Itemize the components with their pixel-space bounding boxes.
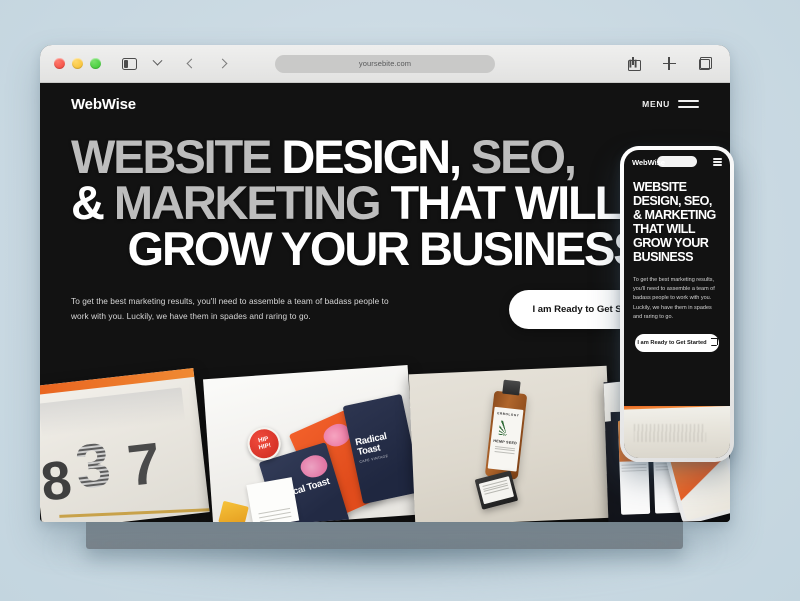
forward-button[interactable] — [211, 53, 233, 75]
headline-line-1: WEBSITE DESIGN, SEO, — [71, 133, 699, 180]
phone-site-header: WebWise — [624, 150, 730, 174]
headline-word: DESIGN, — [281, 130, 471, 183]
headline-word: GROW YOUR BUSINESS — [127, 222, 645, 276]
plus-icon — [662, 57, 676, 70]
chevron-down-icon — [152, 55, 162, 66]
bottle-label-text-lines — [494, 445, 515, 456]
toolbar-actions — [622, 53, 716, 75]
back-button[interactable] — [180, 53, 202, 75]
package-accent-shape — [218, 500, 249, 522]
package-brand-label: Radical Toast — [354, 430, 388, 459]
sidebar-controls — [118, 53, 168, 75]
forward-arrow-icon — [217, 58, 227, 69]
menu-button[interactable]: MENU — [642, 99, 699, 109]
phone-hero-paragraph: To get the best marketing results, you'l… — [633, 276, 715, 321]
address-bar-url: yoursebite.com — [358, 59, 412, 68]
bottle-product-name: HEMP SEED — [493, 438, 518, 446]
hero-paragraph: To get the best marketing results, you'l… — [71, 296, 389, 322]
tile-number-glyph: 3 — [71, 430, 115, 503]
address-bar[interactable]: yoursebite.com — [275, 54, 495, 73]
product-jar — [474, 470, 519, 510]
mockup-base-stand — [86, 519, 683, 549]
phone-site-logo[interactable]: WebWise — [632, 158, 665, 167]
headline-word: & — [71, 176, 114, 230]
minimize-window-button[interactable] — [72, 58, 83, 69]
hamburger-icon[interactable] — [713, 158, 722, 166]
phone-cta-button[interactable]: I am Ready to Get Started — [635, 333, 719, 352]
back-arrow-icon — [186, 58, 196, 69]
hero-bottom-row: To get the best marketing results, you'l… — [71, 290, 699, 330]
browser-toolbar: yoursebite.com — [40, 45, 730, 83]
tile-gold-rule — [59, 508, 210, 518]
bottle-label: ERBOLOGY HEMP SEED — [487, 406, 524, 472]
site-logo[interactable]: WebWise — [71, 96, 136, 113]
new-tab-button[interactable] — [658, 53, 680, 75]
phone-hero-headline: WEBSITE DESIGN, SEO, & MARKETING THAT WI… — [633, 180, 716, 265]
package-business-card — [246, 477, 300, 522]
sidebar-icon — [121, 57, 137, 70]
gallery-tile-typography-print[interactable]: 8 3 7 — [40, 367, 210, 522]
maximize-window-button[interactable] — [90, 58, 101, 69]
share-icon — [627, 56, 641, 71]
phone-screen: WebWise WEBSITE DESIGN, SEO, & MARKETING… — [624, 150, 730, 458]
hero-headline: WEBSITE DESIGN, SEO, & MARKETING THAT WI… — [71, 133, 699, 272]
phone-hero-photo — [624, 406, 730, 458]
phone-cta-label: I am Ready to Get Started — [637, 339, 707, 346]
bottle-brand-name: ERBOLOGY — [497, 411, 520, 418]
external-link-icon — [710, 338, 718, 346]
window-traffic-lights — [54, 58, 101, 69]
headline-word: THAT WILL — [390, 176, 623, 230]
navigation-controls — [180, 53, 233, 75]
bottle-cap — [502, 379, 521, 396]
sidebar-options-button[interactable] — [146, 53, 168, 75]
site-header: WebWise MENU — [40, 83, 730, 125]
jar-label — [478, 476, 515, 505]
tile-number-glyph: 8 — [40, 449, 75, 513]
share-button[interactable] — [622, 53, 644, 75]
tile-number-glyph: 7 — [124, 430, 164, 499]
close-window-button[interactable] — [54, 58, 65, 69]
menu-label: MENU — [642, 99, 670, 109]
tab-overview-button[interactable] — [694, 53, 716, 75]
hamburger-icon — [678, 100, 699, 108]
product-bottle: ERBOLOGY HEMP SEED — [484, 379, 528, 480]
tile-paper-sheet — [40, 387, 186, 438]
phone-hero-section: WEBSITE DESIGN, SEO, & MARKETING THAT WI… — [624, 174, 730, 352]
headline-word: WEBSITE — [71, 130, 273, 183]
headline-word: MARKETING — [113, 176, 391, 230]
headline-line-2: & MARKETING THAT WILL — [71, 179, 699, 226]
phone-mockup: WebWise WEBSITE DESIGN, SEO, & MARKETING… — [620, 146, 734, 462]
badge-line-2: HIP! — [257, 441, 272, 451]
gallery-tile-hemp-oil-bottle[interactable]: ERBOLOGY HEMP SEED — [408, 365, 614, 522]
gallery-tile-radical-toast-packaging[interactable]: Radical Toast CAFE VINTAGE Radical Toast… — [203, 365, 418, 522]
headline-word: SEO, — [470, 130, 577, 183]
sidebar-toggle-button[interactable] — [118, 53, 140, 75]
tab-overview-icon — [698, 57, 712, 70]
hemp-leaf-icon — [497, 420, 516, 438]
headline-line-3: GROW YOUR BUSINESS — [71, 225, 699, 272]
